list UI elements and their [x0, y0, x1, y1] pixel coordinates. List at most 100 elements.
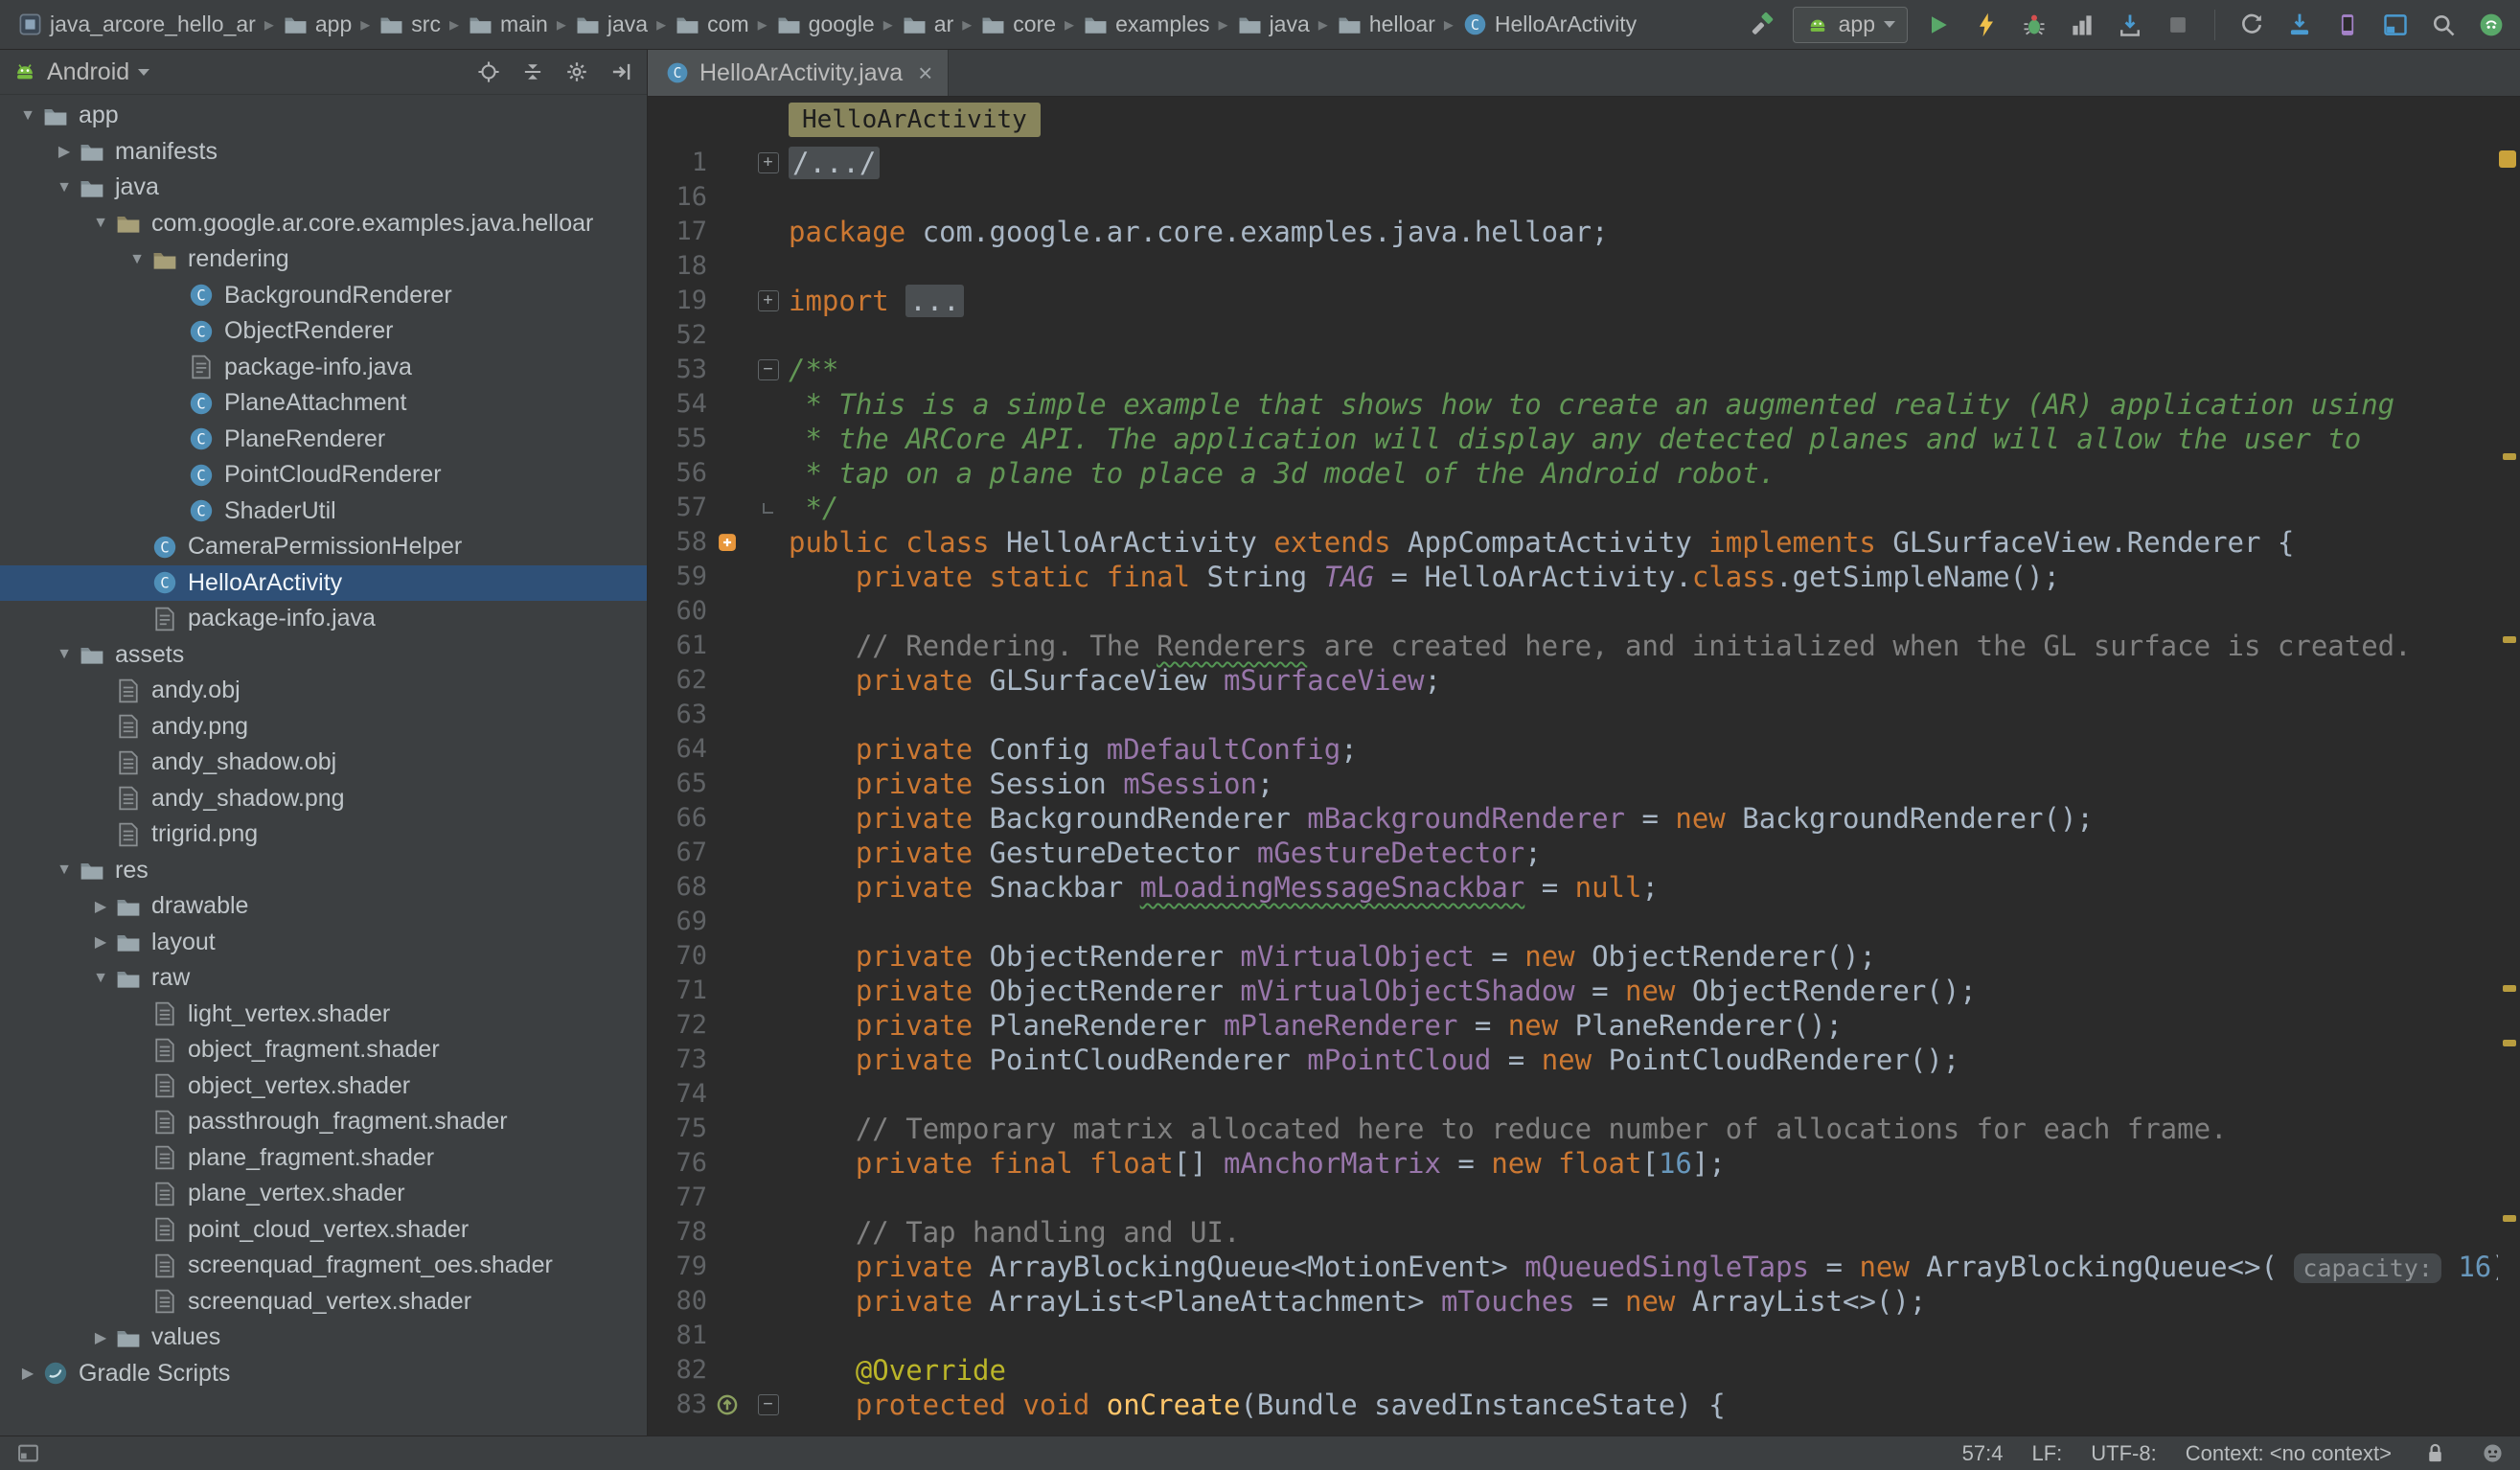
code-text[interactable]: import ... — [789, 284, 964, 318]
expand-arrow-open-icon[interactable]: ▼ — [50, 861, 79, 879]
encoding-indicator[interactable]: UTF-8: — [2091, 1441, 2156, 1466]
project-tree-item[interactable]: CPlaneAttachment — [0, 385, 647, 422]
run-icon[interactable] — [1921, 8, 1956, 42]
code-text[interactable]: package com.google.ar.core.examples.java… — [789, 215, 1609, 249]
code-line[interactable]: 64 private Config mDefaultConfig; — [648, 732, 2498, 767]
breadcrumb-item[interactable]: app — [279, 10, 355, 39]
breadcrumb-item[interactable]: ar — [898, 10, 957, 39]
code-text[interactable]: private BackgroundRenderer mBackgroundRe… — [789, 801, 2094, 836]
fold-marker-minus-icon[interactable]: − — [747, 1388, 789, 1422]
project-tree-item[interactable]: andy.obj — [0, 673, 647, 709]
code-line[interactable]: 18 — [648, 249, 2498, 284]
project-tree-item[interactable]: plane_vertex.shader — [0, 1176, 647, 1212]
code-text[interactable]: public class HelloArActivity extends App… — [789, 525, 2294, 560]
search-icon[interactable] — [2426, 8, 2461, 42]
code-line[interactable]: 62 private GLSurfaceView mSurfaceView; — [648, 663, 2498, 698]
code-line[interactable]: 80 private ArrayList<PlaneAttachment> mT… — [648, 1284, 2498, 1319]
project-tree-item[interactable]: CObjectRenderer — [0, 313, 647, 350]
code-text[interactable]: private final float[] mAnchorMatrix = ne… — [789, 1146, 1726, 1181]
close-icon[interactable]: × — [918, 58, 932, 88]
code-text[interactable]: private Session mSession; — [789, 767, 1273, 801]
project-tree-item[interactable]: package-info.java — [0, 601, 647, 637]
code-text[interactable]: * the ARCore API. The application will d… — [789, 422, 2361, 456]
read-only-lock-icon[interactable] — [2420, 1439, 2449, 1468]
breadcrumb-item[interactable]: com — [671, 10, 752, 39]
expand-arrow-open-icon[interactable]: ▼ — [123, 251, 151, 268]
hide-panel-icon[interactable] — [607, 57, 635, 86]
expand-arrow-open-icon[interactable]: ▼ — [50, 179, 79, 196]
breadcrumb-item[interactable]: java — [571, 10, 652, 39]
expand-arrow-closed-icon[interactable]: ▶ — [86, 932, 115, 952]
expand-arrow-closed-icon[interactable]: ▶ — [86, 1328, 115, 1347]
code-area[interactable]: 1+/.../1617package com.google.ar.core.ex… — [648, 142, 2498, 1436]
code-line[interactable]: 83− protected void onCreate(Bundle saved… — [648, 1388, 2498, 1422]
code-line[interactable]: 69 — [648, 905, 2498, 939]
breadcrumb-item[interactable]: google — [772, 10, 879, 39]
code-line[interactable]: 67 private GestureDetector mGestureDetec… — [648, 836, 2498, 870]
expand-arrow-open-icon[interactable]: ▼ — [50, 646, 79, 663]
project-tree-item[interactable]: ▼res — [0, 853, 647, 889]
code-text[interactable]: * This is a simple example that shows ho… — [789, 387, 2394, 422]
warning-mark[interactable] — [2503, 1215, 2516, 1222]
code-line[interactable]: 57 */ — [648, 491, 2498, 525]
project-tree-item[interactable]: plane_fragment.shader — [0, 1140, 647, 1177]
project-tree-item[interactable]: CBackgroundRenderer — [0, 278, 647, 314]
project-tree-item[interactable]: point_cloud_vertex.shader — [0, 1212, 647, 1249]
project-tree-item[interactable]: ▶Gradle Scripts — [0, 1356, 647, 1392]
project-tree-item[interactable]: ▼java — [0, 170, 647, 206]
project-tree-item[interactable]: CShaderUtil — [0, 494, 647, 530]
project-tree-item[interactable]: andy_shadow.png — [0, 781, 647, 817]
assistant-icon[interactable] — [2474, 8, 2509, 42]
code-line[interactable]: 77 — [648, 1181, 2498, 1215]
code-text[interactable]: private ObjectRenderer mVirtualObjectSha… — [789, 974, 1977, 1008]
stop-icon[interactable] — [2161, 8, 2195, 42]
project-tree-item[interactable]: ▼app — [0, 98, 647, 134]
code-line[interactable]: 56 * tap on a plane to place a 3d model … — [648, 456, 2498, 491]
project-tree-item[interactable]: andy_shadow.obj — [0, 745, 647, 781]
expand-arrow-open-icon[interactable]: ▼ — [13, 107, 42, 125]
code-line[interactable]: 52 — [648, 318, 2498, 353]
code-text[interactable]: /** — [789, 353, 838, 387]
highlighting-level-icon[interactable] — [2478, 1439, 2507, 1468]
fold-marker-minus-icon[interactable]: − — [747, 353, 789, 387]
code-text[interactable]: private GestureDetector mGestureDetector… — [789, 836, 1542, 870]
code-line[interactable]: 59 private static final String TAG = Hel… — [648, 560, 2498, 594]
code-text[interactable]: /.../ — [789, 146, 880, 180]
warning-mark[interactable] — [2503, 636, 2516, 643]
expand-arrow-closed-icon[interactable]: ▶ — [86, 897, 115, 916]
breadcrumb-class-chip[interactable]: HelloArActivity — [789, 103, 1041, 137]
breadcrumb-item[interactable]: main — [464, 10, 552, 39]
project-tree-item[interactable]: ▶drawable — [0, 888, 647, 925]
override-marker-icon[interactable] — [707, 1388, 747, 1422]
code-line[interactable]: 16 — [648, 180, 2498, 215]
code-line[interactable]: 73 private PointCloudRenderer mPointClou… — [648, 1043, 2498, 1077]
device-manager-icon[interactable] — [2330, 8, 2365, 42]
code-text[interactable]: // Tap handling and UI. — [789, 1215, 1240, 1250]
code-line[interactable]: 66 private BackgroundRenderer mBackgroun… — [648, 801, 2498, 836]
sync-icon[interactable] — [2234, 8, 2269, 42]
project-tree-item[interactable]: ▼rendering — [0, 241, 647, 278]
code-text[interactable]: private Config mDefaultConfig; — [789, 732, 1358, 767]
breadcrumb-item[interactable]: java_arcore_hello_ar — [13, 10, 260, 39]
code-line[interactable]: 1+/.../ — [648, 146, 2498, 180]
project-tree-item[interactable]: passthrough_fragment.shader — [0, 1104, 647, 1140]
code-text[interactable]: @Override — [789, 1353, 1006, 1388]
context-indicator[interactable]: Context: <no context> — [2186, 1441, 2392, 1466]
fold-marker-end-icon[interactable] — [747, 491, 789, 525]
related-symbol-icon[interactable] — [707, 525, 747, 560]
caret-position[interactable]: 57:4 — [1962, 1441, 2004, 1466]
project-tree-item[interactable]: trigrid.png — [0, 816, 647, 853]
code-text[interactable]: private ArrayList<PlaneAttachment> mTouc… — [789, 1284, 1926, 1319]
project-tree-item[interactable]: object_vertex.shader — [0, 1068, 647, 1105]
code-line[interactable]: 81 — [648, 1319, 2498, 1353]
line-ending-indicator[interactable]: LF: — [2031, 1441, 2062, 1466]
code-line[interactable]: 58public class HelloArActivity extends A… — [648, 525, 2498, 560]
expand-arrow-open-icon[interactable]: ▼ — [86, 215, 115, 232]
fold-marker-plus-icon[interactable]: + — [747, 146, 789, 180]
code-line[interactable]: 76 private final float[] mAnchorMatrix =… — [648, 1146, 2498, 1181]
code-text[interactable]: private PointCloudRenderer mPointCloud =… — [789, 1043, 1959, 1077]
code-line[interactable]: 75 // Temporary matrix allocated here to… — [648, 1112, 2498, 1146]
expand-arrow-closed-icon[interactable]: ▶ — [13, 1364, 42, 1383]
project-tree-item[interactable]: package-info.java — [0, 350, 647, 386]
code-line[interactable]: 63 — [648, 698, 2498, 732]
